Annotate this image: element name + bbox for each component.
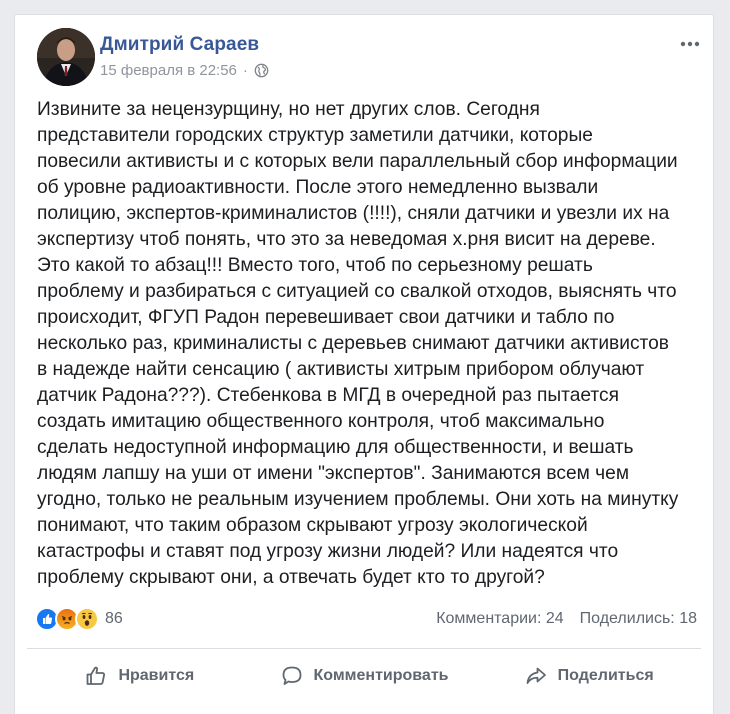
meta-separator: · [242, 62, 248, 79]
author-avatar[interactable] [37, 28, 95, 86]
post-action-bar: Нравится Комментировать Поделиться [27, 655, 701, 697]
reactions-summary[interactable]: 86 [35, 607, 123, 631]
more-options-icon[interactable] [679, 37, 701, 49]
post-meta: 15 февраля в 22:56 · [100, 62, 269, 79]
avatar-photo [37, 28, 95, 86]
post-timestamp[interactable]: 15 февраля в 22:56 [100, 62, 237, 79]
share-button[interactable]: Поделиться [476, 655, 701, 697]
share-button-label: Поделиться [557, 667, 654, 684]
comment-icon [282, 666, 301, 685]
reactions-count: 86 [105, 610, 123, 627]
engagement-stats: Комментарии: 24 Поделились: 18 [436, 610, 697, 628]
actions-divider [27, 648, 701, 649]
thumbs-up-icon [87, 666, 106, 685]
author-name-link[interactable]: Дмитрий Сараев [100, 34, 259, 56]
comments-count-link[interactable]: Комментарии: 24 [436, 610, 563, 628]
like-button-label: Нравится [118, 667, 195, 684]
like-button[interactable]: Нравится [27, 655, 252, 697]
comment-button[interactable]: Комментировать [252, 655, 477, 697]
post-body-text: Извините за нецензурщину, но нет других … [37, 99, 679, 588]
comment-button-label: Комментировать [313, 667, 449, 684]
wow-reaction-icon [75, 607, 99, 631]
post-card: Дмитрий Сараев 15 февраля в 22:56 · Изви… [14, 14, 714, 714]
share-icon [526, 667, 546, 684]
globe-icon[interactable] [254, 63, 269, 78]
shares-count-link[interactable]: Поделились: 18 [580, 610, 697, 628]
